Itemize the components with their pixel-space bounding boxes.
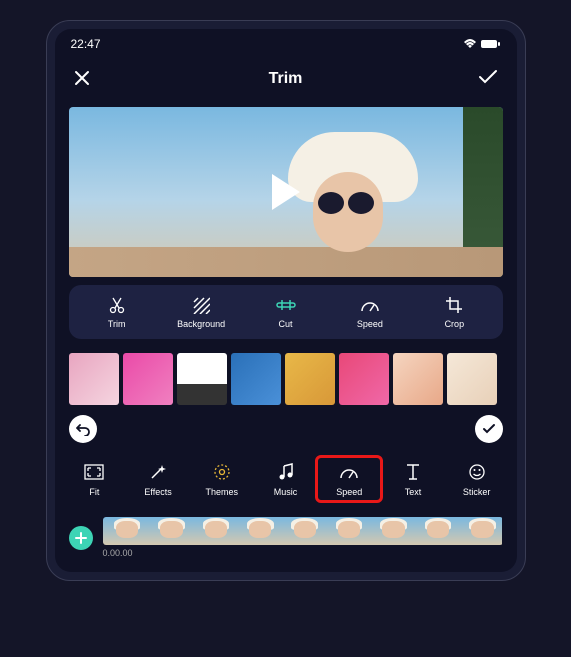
text-icon <box>405 463 421 481</box>
background-icon <box>192 296 210 314</box>
wifi-icon <box>463 39 477 49</box>
timeline: 0.00.00 <box>55 511 517 572</box>
clip-thumbnail[interactable] <box>231 353 281 405</box>
play-icon <box>272 174 300 210</box>
cut-icon <box>275 299 297 311</box>
confirm-button[interactable] <box>478 69 498 89</box>
wand-icon <box>149 463 167 481</box>
tool-label: Music <box>256 487 316 497</box>
themes-button[interactable]: Themes <box>190 457 254 501</box>
title-bar: Trim <box>55 59 517 99</box>
background-tool[interactable]: Background <box>159 295 243 329</box>
edit-toolbar: Trim Background Cut Speed Crop <box>69 285 503 339</box>
clock-time: 22:47 <box>71 37 101 51</box>
tool-label: Sticker <box>447 487 507 497</box>
tool-label: Background <box>159 319 243 329</box>
crop-icon <box>445 296 463 314</box>
action-row <box>55 411 517 451</box>
sticker-button[interactable]: Sticker <box>445 457 509 501</box>
battery-icon <box>481 39 501 49</box>
tool-label: Effects <box>128 487 188 497</box>
clip-thumbnails <box>55 347 517 411</box>
crop-tool[interactable]: Crop <box>412 295 496 329</box>
clip-thumbnail[interactable] <box>69 353 119 405</box>
tool-label: Trim <box>75 319 159 329</box>
clip-thumbnail[interactable] <box>285 353 335 405</box>
app-screen: 22:47 Trim Trim Background <box>55 29 517 572</box>
speed-tool[interactable]: Speed <box>328 295 412 329</box>
status-bar: 22:47 <box>55 29 517 59</box>
timeline-track[interactable]: 0.00.00 <box>103 517 503 558</box>
check-icon <box>478 69 498 85</box>
close-button[interactable] <box>73 69 93 89</box>
speedometer-icon <box>360 297 380 313</box>
text-button[interactable]: Text <box>381 457 445 501</box>
add-clip-button[interactable] <box>69 526 93 550</box>
check-icon <box>482 423 496 435</box>
plus-icon <box>75 532 87 544</box>
effects-button[interactable]: Effects <box>126 457 190 501</box>
tool-label: Crop <box>412 319 496 329</box>
tool-label: Cut <box>243 319 327 329</box>
timeline-frames <box>103 517 503 545</box>
fit-icon <box>84 464 104 480</box>
smiley-icon <box>468 463 486 481</box>
scissors-icon <box>109 296 125 314</box>
timecode: 0.00.00 <box>103 548 503 558</box>
tool-label: Text <box>383 487 443 497</box>
undo-icon <box>76 422 90 436</box>
tool-label: Fit <box>65 487 125 497</box>
themes-icon <box>212 462 232 482</box>
tool-label: Speed <box>319 487 379 497</box>
preview-decor <box>283 132 423 272</box>
page-title: Trim <box>269 70 303 88</box>
music-icon <box>278 463 294 481</box>
video-preview[interactable] <box>69 107 503 277</box>
clip-thumbnail[interactable] <box>123 353 173 405</box>
apply-button[interactable] <box>475 415 503 443</box>
clip-thumbnail[interactable] <box>447 353 497 405</box>
bottom-toolbar: Fit Effects Themes Music Speed Text Stic… <box>55 451 517 511</box>
cut-tool[interactable]: Cut <box>243 295 327 329</box>
speedometer-icon <box>339 464 359 480</box>
tool-label: Speed <box>328 319 412 329</box>
tablet-frame: 22:47 Trim Trim Background <box>46 20 526 581</box>
speed-button[interactable]: Speed <box>317 457 381 501</box>
undo-button[interactable] <box>69 415 97 443</box>
status-icons <box>463 39 501 49</box>
music-button[interactable]: Music <box>254 457 318 501</box>
clip-thumbnail[interactable] <box>177 353 227 405</box>
tool-label: Themes <box>192 487 252 497</box>
x-icon <box>73 69 91 87</box>
clip-thumbnail[interactable] <box>393 353 443 405</box>
fit-button[interactable]: Fit <box>63 457 127 501</box>
clip-thumbnail[interactable] <box>339 353 389 405</box>
trim-tool[interactable]: Trim <box>75 295 159 329</box>
